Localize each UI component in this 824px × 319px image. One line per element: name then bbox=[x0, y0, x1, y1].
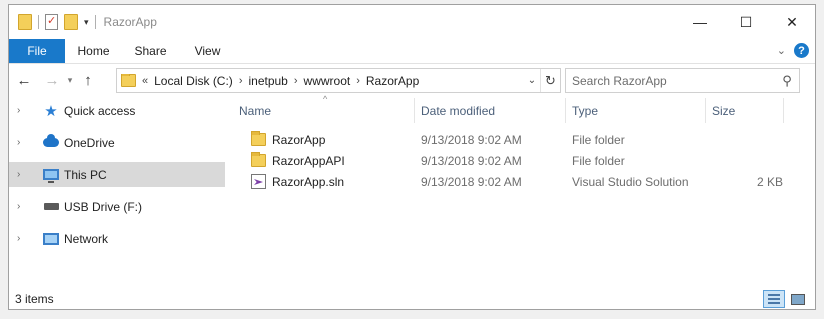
navigation-pane: › ★ Quick access › OneDrive › This PC › … bbox=[9, 98, 225, 288]
expand-ribbon-icon[interactable]: ⌄ bbox=[777, 44, 786, 57]
column-header-label: Type bbox=[572, 103, 599, 118]
visual-studio-solution-icon bbox=[251, 174, 266, 189]
file-rows: RazorApp 9/13/2018 9:02 AM File folder R… bbox=[233, 129, 813, 192]
column-header-name[interactable]: Name ^ bbox=[233, 94, 415, 123]
breadcrumb-local-disk[interactable]: Local Disk (C:) bbox=[148, 74, 239, 88]
large-icons-view-button[interactable] bbox=[787, 290, 809, 308]
address-history-dropdown[interactable]: ⌄ bbox=[524, 75, 540, 86]
address-bar[interactable]: « Local Disk (C:) › inetpub › wwwroot › … bbox=[116, 68, 561, 93]
toolbar-separator bbox=[94, 15, 96, 29]
table-row[interactable]: RazorAppAPI 9/13/2018 9:02 AM File folde… bbox=[233, 150, 813, 171]
status-bar: 3 items bbox=[9, 288, 815, 309]
file-name-cell: RazorApp bbox=[233, 131, 414, 147]
star-icon: ★ bbox=[44, 102, 58, 120]
window-controls: — ☐ ✕ bbox=[677, 5, 815, 39]
file-name-cell: RazorApp.sln bbox=[233, 174, 414, 189]
search-icon[interactable]: ⚲ bbox=[775, 73, 799, 89]
table-row[interactable]: RazorApp.sln 9/13/2018 9:02 AM Visual St… bbox=[233, 171, 813, 192]
nav-item-label: USB Drive (F:) bbox=[64, 199, 142, 214]
back-button[interactable]: ← bbox=[13, 69, 35, 93]
folder-icon bbox=[251, 152, 266, 167]
search-box[interactable]: ⚲ bbox=[565, 68, 800, 93]
view-switcher bbox=[763, 290, 809, 308]
tab-share[interactable]: Share bbox=[122, 39, 179, 63]
tab-view[interactable]: View bbox=[179, 39, 236, 63]
nav-item-label: Network bbox=[64, 231, 109, 246]
forward-button[interactable]: → bbox=[41, 69, 63, 93]
date-modified-cell: 9/13/2018 9:02 AM bbox=[421, 153, 522, 168]
usb-drive-icon bbox=[43, 199, 59, 215]
nav-item-label: OneDrive bbox=[64, 135, 115, 150]
sort-ascending-icon: ^ bbox=[323, 94, 328, 104]
column-header-type[interactable]: Type bbox=[566, 98, 706, 123]
close-button[interactable]: ✕ bbox=[769, 5, 815, 39]
date-modified-cell: 9/13/2018 9:02 AM bbox=[421, 132, 522, 147]
nav-item-onedrive[interactable]: › OneDrive bbox=[9, 130, 225, 155]
expand-chevron-icon[interactable]: › bbox=[17, 233, 29, 244]
navigation-bar: ← → ▾ ↑ « Local Disk (C:) › inetpub › ww… bbox=[9, 65, 815, 96]
expand-chevron-icon[interactable]: › bbox=[17, 169, 29, 180]
nav-item-label: Quick access bbox=[64, 103, 136, 118]
computer-icon bbox=[43, 167, 59, 183]
folder-icon bbox=[251, 131, 266, 146]
item-count: 3 items bbox=[15, 292, 54, 306]
maximize-button[interactable]: ☐ bbox=[723, 5, 769, 39]
refresh-button[interactable]: ↻ bbox=[540, 69, 560, 92]
type-cell: File folder bbox=[572, 153, 625, 168]
tab-home[interactable]: Home bbox=[65, 39, 122, 63]
size-cell: 2 KB bbox=[756, 174, 783, 189]
file-name: RazorApp.sln bbox=[272, 174, 345, 189]
minimize-button[interactable]: — bbox=[677, 5, 723, 39]
network-icon bbox=[43, 231, 59, 247]
large-icons-view-icon bbox=[791, 293, 805, 305]
breadcrumb-razorapp[interactable]: RazorApp bbox=[360, 74, 425, 88]
expand-chevron-icon[interactable]: › bbox=[17, 137, 29, 148]
type-cell: File folder bbox=[572, 132, 625, 147]
breadcrumb-inetpub[interactable]: inetpub bbox=[242, 74, 293, 88]
column-header-label: Date modified bbox=[421, 103, 496, 118]
folder-icon bbox=[121, 73, 136, 87]
cloud-icon bbox=[43, 134, 59, 151]
breadcrumb-wwwroot[interactable]: wwwroot bbox=[298, 74, 357, 88]
ribbon-right-controls: ⌄ ? bbox=[777, 43, 809, 58]
file-name: RazorApp bbox=[272, 132, 326, 147]
title-bar: ▾ RazorApp — ☐ ✕ bbox=[9, 5, 815, 39]
file-name: RazorAppAPI bbox=[272, 153, 345, 168]
file-explorer-window: ▾ RazorApp — ☐ ✕ File Home Share View ⌄ … bbox=[8, 4, 816, 310]
window-title: RazorApp bbox=[103, 15, 157, 29]
details-view-button[interactable] bbox=[763, 290, 785, 308]
help-icon[interactable]: ? bbox=[794, 43, 809, 58]
table-row[interactable]: RazorApp 9/13/2018 9:02 AM File folder bbox=[233, 129, 813, 150]
recent-locations-button[interactable]: ▾ bbox=[63, 69, 77, 93]
search-input[interactable] bbox=[572, 73, 775, 88]
column-header-label: Size bbox=[712, 103, 736, 118]
new-folder-icon[interactable] bbox=[64, 14, 78, 30]
nav-item-this-pc[interactable]: › This PC bbox=[9, 162, 225, 187]
column-headers: Name ^ Date modified Type Size bbox=[233, 94, 784, 123]
expand-chevron-icon[interactable]: › bbox=[17, 105, 29, 116]
ribbon-tabs: File Home Share View ⌄ ? bbox=[9, 39, 815, 64]
column-header-date-modified[interactable]: Date modified bbox=[415, 98, 566, 123]
date-modified-cell: 9/13/2018 9:02 AM bbox=[421, 174, 522, 189]
nav-item-usb-drive[interactable]: › USB Drive (F:) bbox=[9, 194, 225, 219]
type-cell: Visual Studio Solution bbox=[572, 174, 689, 189]
properties-icon[interactable] bbox=[45, 14, 58, 30]
details-view-icon bbox=[768, 294, 780, 304]
quick-access-toolbar: ▾ bbox=[9, 14, 96, 30]
column-header-label: Name bbox=[239, 103, 272, 118]
customize-toolbar-dropdown[interactable]: ▾ bbox=[84, 17, 89, 28]
column-header-size[interactable]: Size bbox=[706, 98, 784, 123]
file-list: Name ^ Date modified Type Size RazorApp … bbox=[233, 94, 813, 288]
expand-chevron-icon[interactable]: › bbox=[17, 201, 29, 212]
breadcrumb: « Local Disk (C:) › inetpub › wwwroot › … bbox=[117, 73, 524, 88]
nav-item-label: This PC bbox=[64, 167, 107, 182]
nav-item-quick-access[interactable]: › ★ Quick access bbox=[9, 98, 225, 123]
up-button[interactable]: ↑ bbox=[77, 69, 99, 93]
nav-item-network[interactable]: › Network bbox=[9, 226, 225, 251]
tab-file[interactable]: File bbox=[9, 39, 65, 63]
file-name-cell: RazorAppAPI bbox=[233, 152, 414, 168]
folder-icon[interactable] bbox=[18, 14, 32, 30]
toolbar-separator bbox=[38, 15, 39, 29]
